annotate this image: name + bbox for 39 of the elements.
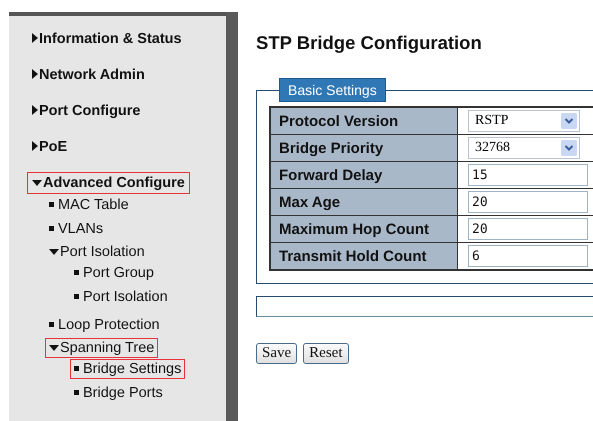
- nav-item[interactable]: Port Isolation: [70, 286, 172, 306]
- bullet-icon: [49, 202, 54, 207]
- input-field[interactable]: 20: [468, 218, 588, 240]
- nav-item[interactable]: Port Group: [70, 262, 158, 282]
- nav-item[interactable]: VLANs: [45, 218, 108, 238]
- field-label: Protocol Version: [270, 107, 458, 134]
- nav-item[interactable]: Advanced Configure: [27, 172, 190, 194]
- splitter-bar[interactable]: [226, 12, 238, 421]
- nav-item[interactable]: Bridge Settings: [70, 358, 186, 378]
- nav-item[interactable]: Spanning Tree: [45, 338, 158, 358]
- field-label: Transmit Hold Count: [270, 242, 458, 270]
- bullet-icon: [74, 294, 79, 299]
- field-label: Forward Delay: [270, 162, 458, 188]
- field-label: Maximum Hop Count: [270, 216, 458, 242]
- nav-item[interactable]: PoE: [27, 136, 72, 158]
- save-button[interactable]: Save: [256, 343, 298, 364]
- chevron-down-icon: [561, 113, 577, 129]
- input-field[interactable]: 6: [468, 245, 588, 267]
- bullet-icon: [74, 390, 79, 395]
- field-label: Bridge Priority: [270, 134, 458, 162]
- field-label: Max Age: [270, 188, 458, 216]
- nav-item[interactable]: Bridge Ports: [70, 382, 167, 402]
- input-field[interactable]: 15: [468, 164, 588, 186]
- nav-item[interactable]: Information & Status: [27, 28, 187, 50]
- nav-item[interactable]: Loop Protection: [45, 314, 164, 334]
- bullet-icon: [49, 226, 54, 231]
- nav-item[interactable]: MAC Table: [45, 194, 133, 214]
- bullet-icon: [74, 270, 79, 275]
- input-field[interactable]: 20: [468, 191, 588, 213]
- nav-item[interactable]: Network Admin: [27, 64, 150, 86]
- dropdown[interactable]: RSTP: [468, 110, 580, 132]
- bullet-icon: [49, 322, 54, 327]
- chevron-down-icon: [561, 140, 577, 156]
- nav-item[interactable]: Port Isolation: [45, 242, 149, 262]
- bullet-icon: [74, 366, 79, 371]
- reset-button[interactable]: Reset: [303, 343, 348, 364]
- page-title: STP Bridge Configuration: [256, 32, 483, 54]
- nav-item[interactable]: Port Configure: [27, 100, 146, 122]
- dropdown[interactable]: 32768: [468, 137, 580, 159]
